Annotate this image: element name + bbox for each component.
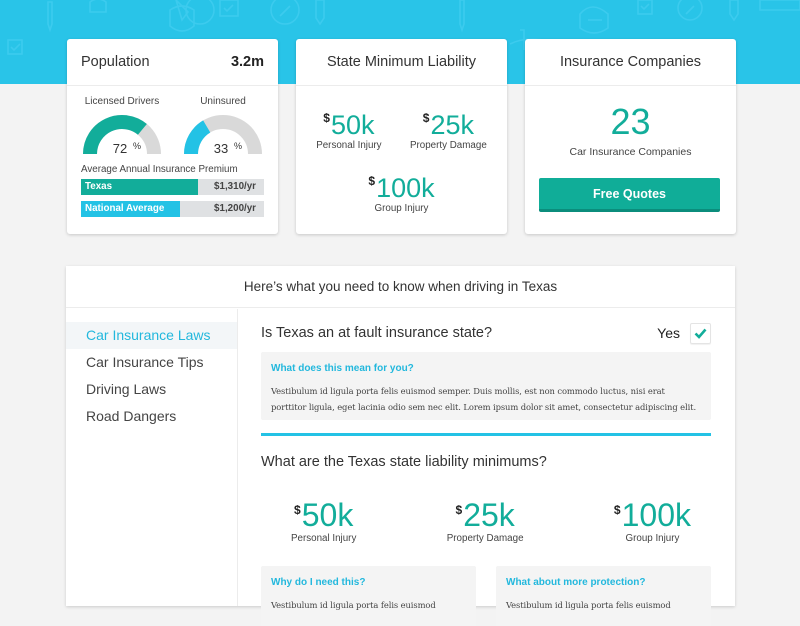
note-body: Vestibulum id ligula porta felis euismod… xyxy=(271,386,697,412)
companies-caption: Car Insurance Companies xyxy=(569,146,692,158)
companies-count: 23 xyxy=(610,101,651,142)
population-value: 3.2m xyxy=(230,54,264,70)
free-quotes-button[interactable]: Free Quotes xyxy=(539,178,720,212)
checkmark-icon xyxy=(694,328,707,339)
uninsured-gauge: Uninsured 33% xyxy=(182,96,264,156)
gauge-percent-sign: % xyxy=(234,141,242,151)
liability-minimums-row: $50k Personal Injury $25k Property Damag… xyxy=(261,492,691,544)
liability-label: Personal Injury xyxy=(316,140,382,151)
licensed-drivers-gauge: Licensed Drivers 72% xyxy=(81,96,163,156)
premium-bar-national: National Average $1,200/yr xyxy=(81,201,264,217)
population-card: Population 3.2m Licensed Drivers 72% Uni… xyxy=(67,39,278,234)
dollar-sign: $ xyxy=(323,111,330,125)
gauge-percent: 72 xyxy=(113,141,127,156)
dollar-sign: $ xyxy=(368,174,376,188)
minimum-value: 25k xyxy=(463,497,515,533)
premium-title: Average Annual Insurance Premium xyxy=(81,164,238,175)
uninsured-label: Uninsured xyxy=(200,96,246,107)
licensed-drivers-label: Licensed Drivers xyxy=(84,96,160,107)
dollar-sign: $ xyxy=(455,503,463,517)
at-fault-checkbox[interactable] xyxy=(690,322,711,344)
texas-info-panel: Here’s what you need to know when drivin… xyxy=(66,266,735,626)
minimum-value: 50k xyxy=(301,497,354,533)
liability-group-injury: $100k Group Injury xyxy=(296,166,507,214)
insurance-companies-card: Insurance Companies 23 Car Insurance Com… xyxy=(525,39,736,234)
companies-title: Insurance Companies xyxy=(559,54,702,70)
minimum-value: 100k xyxy=(621,497,691,533)
liability-label: Property Damage xyxy=(409,140,487,151)
premium-bar-texas: Texas $1,310/yr xyxy=(81,179,264,195)
liability-property-damage: $25k Property Damage xyxy=(410,103,487,151)
gauge-percent: 33 xyxy=(214,141,228,156)
minimum-label: Group Injury xyxy=(625,533,680,544)
more-protection-note: What about more protection? Vestibulum i… xyxy=(496,566,711,626)
note-body: Vestibulum id ligula porta felis euismod xyxy=(271,600,436,610)
sidebar-item-road-dangers[interactable]: Road Dangers xyxy=(66,403,237,430)
liability-minimums-question: What are the Texas state liability minim… xyxy=(261,454,547,470)
liability-label: Group Injury xyxy=(374,203,429,214)
minimum-label: Personal Injury xyxy=(291,533,357,544)
premium-bar-name: National Average xyxy=(85,203,165,214)
minimum-label: Property Damage xyxy=(446,533,524,544)
companies-header: Insurance Companies xyxy=(525,39,736,86)
why-need-note: Why do I need this? Vestibulum id ligula… xyxy=(261,566,476,626)
liability-notes: Why do I need this? Vestibulum id ligula… xyxy=(261,566,711,626)
uninsured-arc: 33% xyxy=(184,115,262,156)
dollar-sign: $ xyxy=(294,503,301,517)
sidebar-item-car-insurance-laws[interactable]: Car Insurance Laws xyxy=(66,322,237,349)
note-body: Vestibulum id ligula porta felis euismod xyxy=(506,600,671,610)
state-minimum-liability-card: State Minimum Liability $50k Personal In… xyxy=(296,39,507,234)
minimum-personal-injury: $50k Personal Injury xyxy=(291,492,356,544)
population-title: Population xyxy=(81,54,150,70)
licensed-drivers-arc: 72% xyxy=(83,115,161,156)
dollar-sign: $ xyxy=(613,503,621,517)
sidebar-nav: Car Insurance Laws Car Insurance Tips Dr… xyxy=(66,309,238,606)
liability-personal-injury: $50k Personal Injury xyxy=(316,103,381,151)
at-fault-question-row: Is Texas an at fault insurance state? Ye… xyxy=(261,322,711,344)
liability-value: 25k xyxy=(430,110,474,140)
population-header: Population 3.2m xyxy=(67,39,278,86)
premium-bar-amount: $1,310/yr xyxy=(214,181,256,192)
premium-bar-name: Texas xyxy=(85,181,113,192)
minimum-property-damage: $25k Property Damage xyxy=(447,492,524,544)
section-divider xyxy=(261,433,711,436)
note-title: What about more protection? xyxy=(506,577,646,588)
note-title: What does this mean for you? xyxy=(271,363,414,374)
liability-value: 50k xyxy=(330,110,375,140)
liability-value: 100k xyxy=(376,173,435,203)
gauge-percent-sign: % xyxy=(133,141,141,151)
at-fault-note: What does this mean for you? Vestibulum … xyxy=(261,352,711,420)
sidebar-item-driving-laws[interactable]: Driving Laws xyxy=(66,376,237,403)
sidebar-item-car-insurance-tips[interactable]: Car Insurance Tips xyxy=(66,349,237,376)
dollar-sign: $ xyxy=(422,111,430,125)
liability-header: State Minimum Liability xyxy=(296,39,507,86)
premium-bar-amount: $1,200/yr xyxy=(214,203,256,214)
minimum-group-injury: $100k Group Injury xyxy=(614,492,691,544)
gauge-fill xyxy=(184,120,211,155)
panel-title: Here’s what you need to know when drivin… xyxy=(66,266,735,308)
note-title: Why do I need this? xyxy=(271,577,366,588)
panel-content: Is Texas an at fault insurance state? Ye… xyxy=(261,309,711,626)
liability-title: State Minimum Liability xyxy=(326,54,477,70)
at-fault-question: Is Texas an at fault insurance state? xyxy=(261,325,493,341)
at-fault-answer: Yes xyxy=(657,325,680,341)
